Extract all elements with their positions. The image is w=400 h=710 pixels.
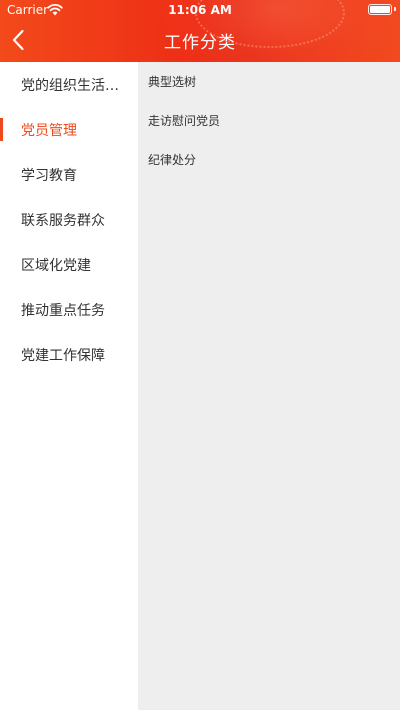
sidebar-item-study-education[interactable]: 学习教育	[0, 152, 138, 197]
list-item[interactable]: 纪律处分	[138, 140, 400, 179]
sidebar-item-work-guarantee[interactable]: 党建工作保障	[0, 332, 138, 377]
page-title: 工作分类	[164, 33, 236, 53]
header: Carrier 11:06 AM 工作分类	[0, 0, 400, 62]
list-item-label: 典型选树	[148, 75, 197, 89]
navigation-bar: 工作分类	[0, 20, 400, 62]
subcategory-list: 典型选树 走访慰问党员 纪律处分	[138, 62, 400, 710]
battery-level	[370, 6, 390, 13]
sidebar-item-serve-masses[interactable]: 联系服务群众	[0, 197, 138, 242]
status-bar: Carrier 11:06 AM	[0, 0, 400, 20]
list-item[interactable]: 典型选树	[138, 62, 400, 101]
sidebar-item-label: 党员管理	[21, 122, 77, 139]
sidebar-item-label: 党的组织生活…	[21, 77, 119, 94]
category-sidebar: 党的组织生活… 党员管理 学习教育 联系服务群众 区域化党建 推动重点任务 党建…	[0, 62, 138, 710]
sidebar-item-label: 学习教育	[21, 167, 77, 184]
sidebar-item-label: 联系服务群众	[21, 212, 105, 229]
battery-tip	[394, 7, 396, 11]
sidebar-item-key-tasks[interactable]: 推动重点任务	[0, 287, 138, 332]
status-time: 11:06 AM	[168, 3, 232, 17]
battery-icon	[368, 4, 392, 15]
sidebar-item-member-management[interactable]: 党员管理	[0, 107, 138, 152]
sidebar-item-regional-party-building[interactable]: 区域化党建	[0, 242, 138, 287]
sidebar-item-organization-life[interactable]: 党的组织生活…	[0, 62, 138, 107]
list-item-label: 走访慰问党员	[148, 114, 221, 128]
sidebar-item-label: 区域化党建	[21, 257, 91, 274]
list-item-label: 纪律处分	[148, 153, 197, 167]
list-item[interactable]: 走访慰问党员	[138, 101, 400, 140]
sidebar-item-label: 推动重点任务	[21, 302, 105, 319]
sidebar-item-label: 党建工作保障	[21, 347, 105, 364]
